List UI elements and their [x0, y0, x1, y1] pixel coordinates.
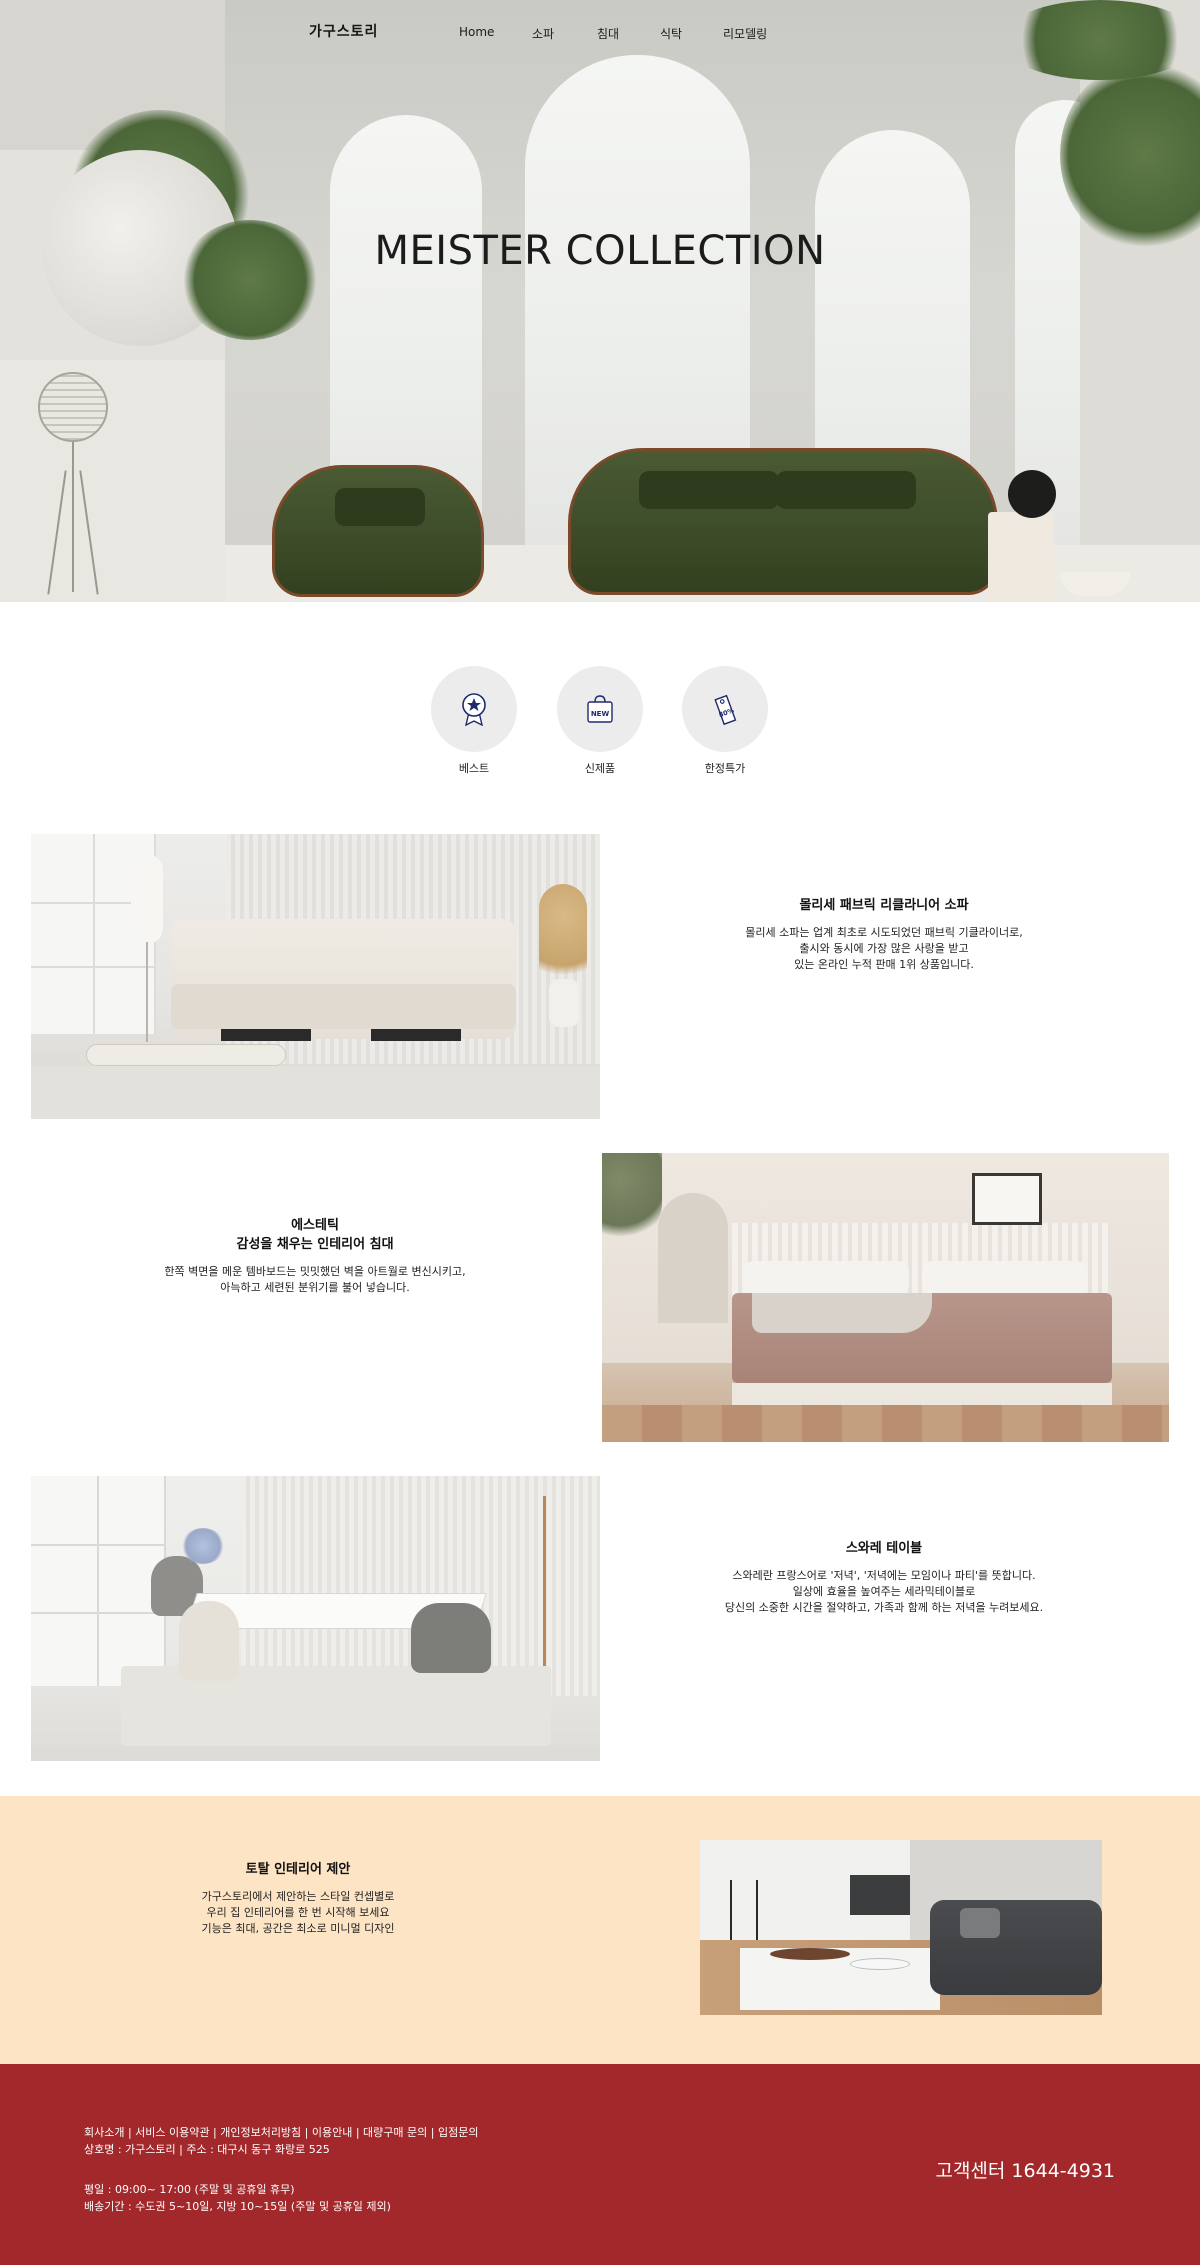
- category-label: 한정특가: [704, 762, 746, 775]
- promo-desc-line: 가구스토리에서 제안하는 스타일 컨셉별로: [201, 1890, 395, 1903]
- feature-subtitle: 감성을 채우는 인테리어 침대: [236, 1237, 394, 1252]
- floor-lamp-icon: [38, 372, 108, 442]
- promo-desc: 가구스토리에서 제안하는 스타일 컨셉별로 우리 집 인테리어를 한 번 시작해…: [170, 1889, 426, 1937]
- hero-banner: 가구스토리 Home 소파 침대 식탁 리모델링 MEISTER COLLECT…: [0, 0, 1200, 602]
- site-footer: 회사소개 | 서비스 이용약관 | 개인정보처리방침 | 이용안내 | 대량구매…: [0, 2064, 1200, 2265]
- category-circle: 80%: [682, 666, 768, 752]
- hero-vase: [1008, 470, 1056, 518]
- promo-text: 토탈 인테리어 제안 가구스토리에서 제안하는 스타일 컨셉별로 우리 집 인테…: [170, 1860, 426, 1937]
- feature-desc-line: 아늑하고 세련된 분위기를 불어 넣습니다.: [220, 1281, 410, 1294]
- feature-desc-line: 출시와 동시에 가장 많은 사랑을 받고: [799, 942, 969, 955]
- feature-desc: 몰리세 소파는 업계 최초로 시도되었던 패브릭 기클라이너로, 출시와 동시에…: [660, 925, 1108, 973]
- feature-title: 몰리세 패브릭 리클라니어 소파: [799, 898, 969, 913]
- promo-desc-line: 기능은 최대, 공간은 최소로 미니멀 디자인: [201, 1922, 395, 1935]
- new-bag-icon: NEW: [587, 695, 613, 723]
- product-photo-bed[interactable]: [602, 1153, 1169, 1442]
- footer-company-info: 상호명 : 가구스토리 | 주소 : 대구시 동구 화랑로 525: [84, 2143, 330, 2156]
- footer-hours: 평일 : 09:00~ 17:00 (주말 및 공휴일 휴무): [84, 2183, 295, 2196]
- nav-home[interactable]: Home: [459, 25, 494, 39]
- hero-pedestal: [0, 360, 225, 602]
- nav-bed[interactable]: 침대: [597, 25, 619, 42]
- promo-photo-living-room[interactable]: [700, 1840, 1102, 2015]
- product-photo-dining-table[interactable]: [31, 1476, 600, 1761]
- promo-section: 토탈 인테리어 제안 가구스토리에서 제안하는 스타일 컨셉별로 우리 집 인테…: [0, 1796, 1200, 2064]
- feature-desc-line: 일상에 효율을 높여주는 세라믹테이블로: [792, 1585, 976, 1598]
- sale-tag-icon: 80%: [714, 694, 737, 726]
- footer-links[interactable]: 회사소개 | 서비스 이용약관 | 개인정보처리방침 | 이용안내 | 대량구매…: [84, 2125, 478, 2141]
- category-new[interactable]: NEW 신제품: [557, 666, 643, 776]
- feature-desc-line: 있는 온라인 누적 판매 1위 상품입니다.: [794, 958, 974, 971]
- feature-desc-line: 당신의 소중한 시간을 절약하고, 가족과 함께 하는 저녁을 누려보세요.: [724, 1601, 1044, 1614]
- new-bag-text: NEW: [591, 710, 610, 718]
- feature-desc-line: 한쪽 벽면을 메운 템바보드는 밋밋했던 벽을 아트월로 변신시키고,: [164, 1265, 466, 1278]
- hero-armchair: [272, 465, 484, 597]
- feature-title: 스와레 테이블: [845, 1541, 923, 1556]
- main-nav: Home 소파 침대 식탁 리모델링: [0, 25, 1200, 43]
- lamp-stand: [72, 442, 74, 592]
- feature-desc: 스와레란 프랑스어로 '저녁', '저녁에는 모임이나 파티'를 뜻합니다. 일…: [660, 1568, 1108, 1616]
- nav-sofa[interactable]: 소파: [532, 25, 554, 42]
- feature-desc-line: 몰리세 소파는 업계 최초로 시도되었던 패브릭 기클라이너로,: [745, 926, 1023, 939]
- category-label: 베스트: [458, 762, 490, 775]
- feature-desc: 한쪽 벽면을 메운 템바보드는 밋밋했던 벽을 아트월로 변신시키고, 아늑하고…: [120, 1264, 510, 1296]
- category-circle: [431, 666, 517, 752]
- footer-shipping: 배송기간 : 수도권 5~10일, 지방 10~15일 (주말 및 공휴일 제외…: [84, 2200, 391, 2213]
- category-best[interactable]: 베스트: [431, 666, 517, 776]
- hero-title: MEISTER COLLECTION: [374, 228, 826, 274]
- customer-center-phone[interactable]: 고객센터 1644-4931: [935, 2156, 1115, 2183]
- promo-desc-line: 우리 집 인테리어를 한 번 시작해 보세요: [206, 1906, 390, 1919]
- nav-dining-table[interactable]: 식탁: [660, 25, 682, 42]
- hero-sofa: [568, 448, 998, 595]
- feature-table-text: 스와레 테이블 스와레란 프랑스어로 '저녁', '저녁에는 모임이나 파티'를…: [660, 1539, 1108, 1616]
- category-limited-sale[interactable]: 80% 한정특가: [682, 666, 768, 776]
- best-medal-icon: [462, 693, 486, 726]
- product-photo-sofa[interactable]: [31, 834, 600, 1119]
- promo-title: 토탈 인테리어 제안: [245, 1862, 351, 1877]
- category-label: 신제품: [584, 762, 616, 775]
- feature-bed-text: 에스테틱 감성을 채우는 인테리어 침대 한쪽 벽면을 메운 템바보드는 밋밋했…: [120, 1216, 510, 1296]
- hero-side-table: [988, 512, 1054, 602]
- feature-sofa-text: 몰리세 패브릭 리클라니어 소파 몰리세 소파는 업계 최초로 시도되었던 패브…: [660, 896, 1108, 973]
- category-circle: NEW: [557, 666, 643, 752]
- feature-title: 에스테틱: [291, 1218, 339, 1233]
- nav-remodeling[interactable]: 리모델링: [723, 25, 767, 42]
- feature-desc-line: 스와레란 프랑스어로 '저녁', '저녁에는 모임이나 파티'를 뜻합니다.: [732, 1569, 1036, 1582]
